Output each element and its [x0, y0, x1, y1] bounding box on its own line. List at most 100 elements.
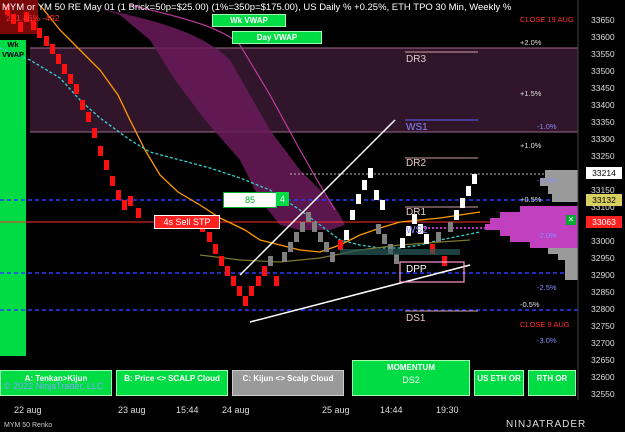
price-tick: 32700 — [591, 338, 615, 348]
us-eth-or-button[interactable]: US ETH OR — [474, 370, 524, 396]
price-tick: 32550 — [591, 389, 615, 399]
brick — [256, 276, 261, 286]
price-tick: 33300 — [591, 134, 615, 144]
brick — [74, 84, 79, 94]
brick — [356, 194, 361, 204]
mid-price-tag: 33132 — [586, 194, 622, 206]
pct-label: -0.5% — [520, 300, 540, 309]
brick — [288, 242, 293, 252]
brick — [374, 190, 379, 200]
brick — [249, 286, 254, 296]
brick — [466, 186, 471, 196]
brick — [350, 210, 355, 220]
brick — [312, 222, 317, 232]
brick — [330, 252, 335, 262]
brick — [338, 240, 343, 250]
brick — [104, 160, 109, 170]
price-tick: 33000 — [591, 236, 615, 246]
brick — [472, 174, 477, 184]
price-scalp-cloud-button[interactable]: B: Price <> SCALP Cloud — [116, 370, 228, 396]
brick — [110, 176, 115, 186]
order-price-input[interactable]: 85 — [223, 192, 277, 208]
rth-or-button[interactable]: RTH OR — [528, 370, 576, 396]
brick — [436, 232, 441, 242]
pct-label: -1.5% — [537, 176, 557, 185]
momentum-button[interactable]: MOMENTUM DS2 — [352, 360, 470, 396]
close-label-mid: CLOSE 9 AUG — [520, 320, 570, 329]
brick — [306, 212, 311, 222]
kijun-scalp-cloud-button[interactable]: C: Kijun <> Scalp Cloud — [232, 370, 344, 396]
price-tick: 33550 — [591, 49, 615, 59]
pct-label: -1.0% — [537, 122, 557, 131]
brick — [274, 276, 279, 286]
ninjatrader-logo: NINJATRADER — [506, 419, 587, 430]
x-tick: 23 aug — [118, 405, 146, 415]
price-tick: 32600 — [591, 372, 615, 382]
last-price-tag: 33214 — [586, 167, 622, 179]
brick — [44, 36, 49, 46]
brick — [362, 180, 367, 190]
pivot-ds1: DS1 — [406, 313, 426, 324]
pivot-dr3: DR3 — [406, 54, 427, 65]
brick — [243, 296, 248, 306]
price-tick: 33250 — [591, 151, 615, 161]
brick — [231, 276, 236, 286]
brick — [300, 222, 305, 232]
brick — [213, 244, 218, 254]
price-tick: 33650 — [591, 15, 615, 25]
price-tick: 32750 — [591, 321, 615, 331]
brick — [324, 242, 329, 252]
brick — [460, 198, 465, 208]
pivot-dr2: DR2 — [406, 158, 427, 169]
dr3-ws1-band — [30, 48, 578, 132]
pivot-dr1: DR1 — [406, 207, 427, 218]
wk-vwap-button[interactable]: Wk VWAP — [212, 14, 286, 27]
close-order-icon[interactable]: ✕ — [566, 215, 576, 225]
sell-stop-order[interactable]: 4s Sell STP — [154, 215, 220, 229]
price-tick: 32900 — [591, 270, 615, 280]
brick — [294, 232, 299, 242]
brick — [18, 22, 23, 32]
close-label-top: CLOSE 19 AUG — [520, 15, 574, 24]
brick — [136, 208, 141, 218]
day-vwap-button[interactable]: Day VWAP — [232, 31, 322, 44]
brick — [448, 222, 453, 232]
brick — [262, 266, 267, 276]
order-qty[interactable]: 4 — [276, 192, 289, 206]
x-tick: 25 aug — [322, 405, 350, 415]
x-tick: 19:30 — [436, 405, 459, 415]
brick — [344, 230, 349, 240]
price-tick: 33500 — [591, 66, 615, 76]
momentum-label: MOMENTUM — [387, 363, 435, 372]
x-tick: 15:44 — [176, 405, 199, 415]
pct-label: +0.5% — [520, 195, 542, 204]
chart-canvas[interactable] — [0, 0, 625, 432]
pivot-ws1: WS1 — [406, 122, 428, 133]
brick — [282, 252, 287, 262]
brick — [394, 254, 399, 264]
brick — [380, 200, 385, 210]
pct-label: +2.0% — [520, 38, 542, 47]
brick — [56, 54, 61, 64]
brick — [268, 256, 273, 266]
brick — [37, 28, 42, 38]
brick — [116, 190, 121, 200]
chart-subtitle: 2 -1.46% -492 — [6, 13, 60, 23]
price-tick: 32800 — [591, 304, 615, 314]
brick — [80, 100, 85, 110]
brick — [382, 234, 387, 244]
pivot-ws2: WS2 — [406, 225, 428, 236]
footer-label: MYM 50 Renko — [4, 422, 53, 429]
stop-price-tag: 33063 — [586, 216, 622, 228]
price-tick: 33450 — [591, 83, 615, 93]
pct-label: -2.0% — [537, 231, 557, 240]
brick — [368, 168, 373, 178]
brick — [225, 266, 230, 276]
pct-label: -2.5% — [537, 283, 557, 292]
copyright: © 2022 NinjaTrader, LLC — [4, 381, 104, 391]
brick — [62, 64, 67, 74]
x-tick: 14:44 — [380, 405, 403, 415]
brick — [376, 224, 381, 234]
pivot-ds2: DS2 — [402, 375, 420, 385]
pct-label: +1.5% — [520, 89, 542, 98]
